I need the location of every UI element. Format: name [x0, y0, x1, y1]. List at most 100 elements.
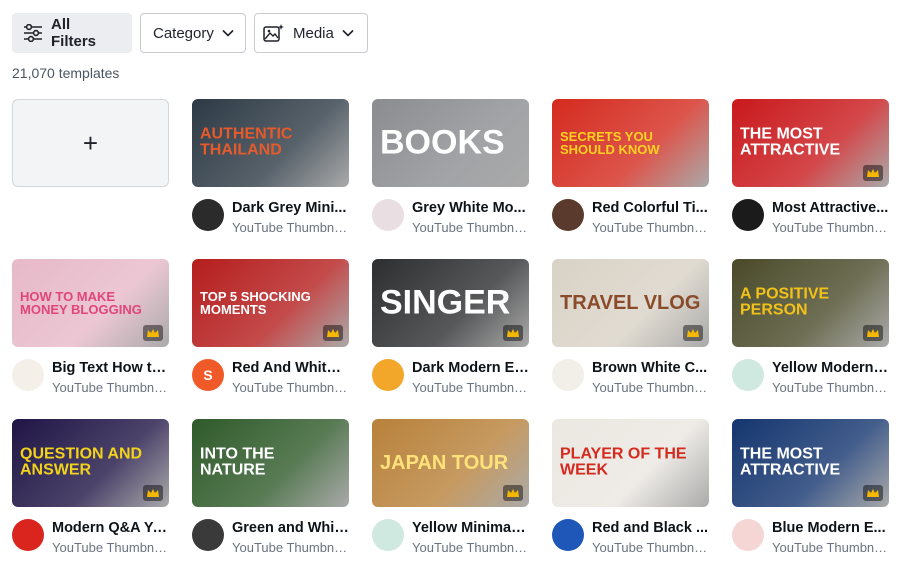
template-meta: Yellow Minimali... YouTube Thumbna...: [372, 519, 529, 559]
thumbnail-headline: TOP 5 SHOCKING MOMENTS: [200, 288, 311, 317]
crown-icon: [863, 165, 883, 181]
template-title[interactable]: Red Colorful Ti...: [592, 200, 709, 216]
template-meta: Grey White Mo... YouTube Thumbna...: [372, 199, 529, 239]
template-meta: Brown White C... YouTube Thumbna...: [552, 359, 709, 399]
template-type: YouTube Thumbna...: [412, 540, 529, 555]
template-card[interactable]: SECRETS YOU SHOULD KNOW Red Colorful Ti..…: [552, 99, 709, 235]
template-meta: Yellow Modern ... YouTube Thumbna...: [732, 359, 889, 399]
template-thumbnail[interactable]: TRAVEL VLOG: [552, 259, 709, 347]
template-type: YouTube Thumbna...: [52, 380, 169, 395]
creator-avatar[interactable]: [732, 519, 764, 551]
template-type: YouTube Thumbna...: [52, 540, 169, 555]
template-card[interactable]: BOOKS Grey White Mo... YouTube Thumbna...: [372, 99, 529, 235]
thumbnail-headline: BOOKS: [380, 123, 505, 162]
template-card[interactable]: SINGER Dark Modern El... YouTube Thumbna..…: [372, 259, 529, 395]
category-label: Category: [153, 24, 214, 42]
template-type: YouTube Thumbna...: [592, 220, 709, 235]
template-thumbnail[interactable]: THE MOST ATTRACTIVE: [732, 99, 889, 187]
template-meta: Blue Modern E... YouTube Thumbna...: [732, 519, 889, 559]
plus-icon: +: [82, 127, 99, 158]
template-meta: Dark Modern El... YouTube Thumbna...: [372, 359, 529, 399]
template-title[interactable]: Red And White ...: [232, 360, 349, 376]
template-thumbnail[interactable]: HOW TO MAKE MONEY BLOGGING: [12, 259, 169, 347]
crown-icon: [323, 325, 343, 341]
template-title[interactable]: Blue Modern E...: [772, 520, 889, 536]
chevron-down-icon: [342, 29, 354, 37]
template-thumbnail[interactable]: JAPAN TOUR: [372, 419, 529, 507]
creator-avatar[interactable]: S: [192, 359, 224, 391]
template-thumbnail[interactable]: PLAYER OF THE WEEK: [552, 419, 709, 507]
template-thumbnail[interactable]: BOOKS: [372, 99, 529, 187]
template-type: YouTube Thumbna...: [232, 220, 349, 235]
template-card[interactable]: AUTHENTIC THAILAND Dark Grey Mini... YouTu…: [192, 99, 349, 235]
media-dropdown[interactable]: Media: [254, 13, 368, 53]
template-card[interactable]: HOW TO MAKE MONEY BLOGGING Big Text How t…: [12, 259, 169, 395]
creator-avatar[interactable]: [12, 359, 44, 391]
template-title[interactable]: Grey White Mo...: [412, 200, 529, 216]
thumbnail-headline: SECRETS YOU SHOULD KNOW: [560, 128, 660, 157]
creator-avatar[interactable]: [192, 519, 224, 551]
template-card[interactable]: JAPAN TOUR Yellow Minimali... YouTube Thum…: [372, 419, 529, 555]
crown-icon: [503, 485, 523, 501]
template-card[interactable]: QUESTION AND ANSWER Modern Q&A Yo... YouTu…: [12, 419, 169, 555]
template-thumbnail[interactable]: TOP 5 SHOCKING MOMENTS: [192, 259, 349, 347]
crown-icon: [863, 325, 883, 341]
creator-avatar[interactable]: [552, 519, 584, 551]
template-card[interactable]: THE MOST ATTRACTIVE Blue Modern E... YouTu…: [732, 419, 889, 555]
template-type: YouTube Thumbna...: [412, 380, 529, 395]
creator-avatar[interactable]: [372, 519, 404, 551]
template-meta: Big Text How to... YouTube Thumbna...: [12, 359, 169, 399]
template-title[interactable]: Brown White C...: [592, 360, 709, 376]
template-title[interactable]: Yellow Minimali...: [412, 520, 529, 536]
template-thumbnail[interactable]: A POSITIVE PERSON: [732, 259, 889, 347]
thumbnail-headline: HOW TO MAKE MONEY BLOGGING: [20, 288, 142, 317]
thumbnail-headline: SINGER: [380, 283, 511, 322]
template-thumbnail[interactable]: SECRETS YOU SHOULD KNOW: [552, 99, 709, 187]
template-title[interactable]: Green and Whit...: [232, 520, 349, 536]
template-title[interactable]: Most Attractive...: [772, 200, 889, 216]
template-title[interactable]: Big Text How to...: [52, 360, 169, 376]
all-filters-button[interactable]: All Filters: [12, 13, 132, 53]
creator-avatar[interactable]: [732, 359, 764, 391]
template-type: YouTube Thumbna...: [772, 220, 889, 235]
template-card[interactable]: TRAVEL VLOG Brown White C... YouTube Thumb…: [552, 259, 709, 395]
template-thumbnail[interactable]: SINGER: [372, 259, 529, 347]
template-title[interactable]: Yellow Modern ...: [772, 360, 889, 376]
template-meta: Red Colorful Ti... YouTube Thumbna...: [552, 199, 709, 239]
creator-avatar[interactable]: [732, 199, 764, 231]
template-thumbnail[interactable]: AUTHENTIC THAILAND: [192, 99, 349, 187]
template-type: YouTube Thumbna...: [592, 380, 709, 395]
template-type: YouTube Thumbna...: [772, 380, 889, 395]
sliders-icon: [24, 24, 42, 42]
all-filters-label: All Filters: [51, 16, 97, 50]
create-blank-button[interactable]: +: [12, 99, 169, 187]
thumbnail-headline: A POSITIVE PERSON: [740, 285, 830, 319]
template-title[interactable]: Modern Q&A Yo...: [52, 520, 169, 536]
creator-avatar[interactable]: [552, 199, 584, 231]
creator-avatar[interactable]: [192, 199, 224, 231]
crown-icon: [143, 325, 163, 341]
template-type: YouTube Thumbna...: [232, 540, 349, 555]
creator-avatar[interactable]: [372, 199, 404, 231]
category-dropdown[interactable]: Category: [140, 13, 246, 53]
template-card[interactable]: TOP 5 SHOCKING MOMENTS S Red And White ...…: [192, 259, 349, 395]
template-title[interactable]: Dark Modern El...: [412, 360, 529, 376]
chevron-down-icon: [222, 29, 234, 37]
template-card[interactable]: THE MOST ATTRACTIVE Most Attractive... You…: [732, 99, 889, 235]
template-meta: Green and Whit... YouTube Thumbna...: [192, 519, 349, 559]
creator-avatar[interactable]: [372, 359, 404, 391]
template-type: YouTube Thumbna...: [772, 540, 889, 555]
template-thumbnail[interactable]: THE MOST ATTRACTIVE: [732, 419, 889, 507]
template-card[interactable]: PLAYER OF THE WEEK Red and Black ... YouTu…: [552, 419, 709, 555]
creator-avatar[interactable]: [552, 359, 584, 391]
template-title[interactable]: Red and Black ...: [592, 520, 709, 536]
template-card[interactable]: INTO THE NATURE Green and Whit... YouTube …: [192, 419, 349, 555]
template-thumbnail[interactable]: QUESTION AND ANSWER: [12, 419, 169, 507]
creator-avatar[interactable]: [12, 519, 44, 551]
crown-icon: [143, 485, 163, 501]
template-title[interactable]: Dark Grey Mini...: [232, 200, 349, 216]
template-thumbnail[interactable]: INTO THE NATURE: [192, 419, 349, 507]
template-card[interactable]: A POSITIVE PERSON Yellow Modern ... YouTub…: [732, 259, 889, 395]
filter-bar: All Filters Category Media: [12, 13, 368, 53]
crown-icon: [503, 325, 523, 341]
